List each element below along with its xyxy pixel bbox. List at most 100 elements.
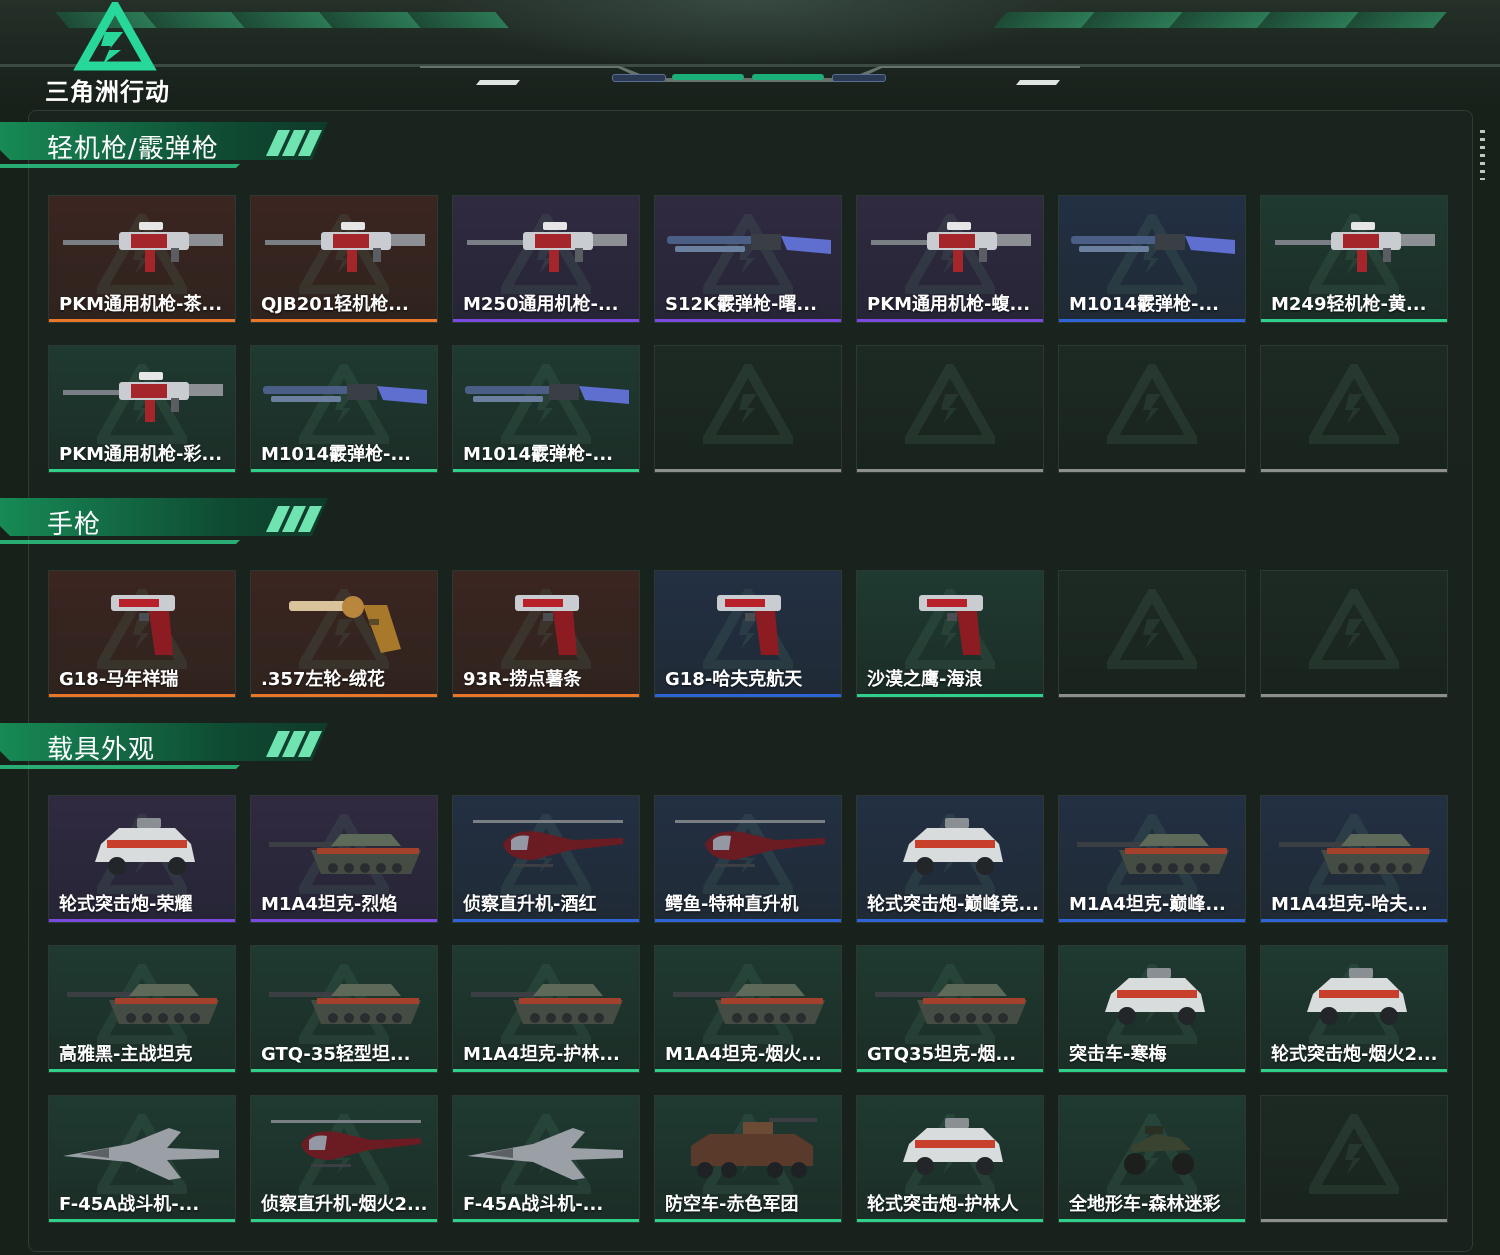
rarity-bar — [857, 694, 1043, 697]
item-name: M1A4坦克-烟火... — [665, 1044, 822, 1065]
rarity-bar — [655, 919, 841, 922]
delta-watermark — [1309, 589, 1399, 669]
item-card[interactable]: 全地形车-森林迷彩 — [1058, 1095, 1246, 1223]
page-indicator[interactable] — [832, 74, 886, 82]
item-name: F-45A战斗机-... — [59, 1194, 200, 1215]
item-card[interactable]: M1A4坦克-烈焰 — [250, 795, 438, 923]
rarity-bar — [1059, 319, 1245, 322]
item-card[interactable]: 轮式突击炮-荣耀 — [48, 795, 236, 923]
item-name: PKM通用机枪-蝮... — [867, 294, 1031, 315]
rarity-bar — [251, 694, 437, 697]
item-card[interactable]: 轮式突击炮-护林人 — [856, 1095, 1044, 1223]
header-stripe — [231, 12, 333, 28]
section-header-pistol: 手枪 — [0, 496, 330, 546]
item-card[interactable]: M1A4坦克-烟火... — [654, 945, 842, 1073]
header-stripe — [1081, 12, 1183, 28]
item-name: 轮式突击炮-护林人 — [867, 1194, 1019, 1215]
delta-watermark — [1309, 1114, 1399, 1194]
item-card[interactable]: 轮式突击炮-巅峰竞... — [856, 795, 1044, 923]
item-name: M1A4坦克-烈焰 — [261, 894, 398, 915]
item-card[interactable]: GTQ35坦克-烟... — [856, 945, 1044, 1073]
header-stripe — [1257, 12, 1359, 28]
item-card[interactable]: M1014霰弹枪-... — [1058, 195, 1246, 323]
item-card[interactable]: 防空车-赤色军团 — [654, 1095, 842, 1223]
item-card[interactable]: QJB201轻机枪... — [250, 195, 438, 323]
item-card[interactable]: M1014霰弹枪-... — [250, 345, 438, 473]
page-indicator-active[interactable] — [752, 74, 824, 80]
item-name: M249轻机枪-黄... — [1271, 294, 1427, 315]
rarity-bar — [49, 319, 235, 322]
rarity-bar — [655, 1219, 841, 1222]
item-card[interactable]: 鳄鱼-特种直升机 — [654, 795, 842, 923]
item-card[interactable]: M250通用机枪-... — [452, 195, 640, 323]
item-name: G18-马年祥瑞 — [59, 669, 179, 690]
item-name: 突击车-寒梅 — [1069, 1044, 1167, 1065]
item-name: S12K霰弹枪-曙... — [665, 294, 817, 315]
item-card[interactable]: F-45A战斗机-... — [48, 1095, 236, 1223]
header-stripe — [407, 12, 509, 28]
header-stripe — [1169, 12, 1271, 28]
rarity-bar — [1261, 319, 1447, 322]
section-header-lmg-shotgun: 轻机枪/霰弹枪 — [0, 120, 330, 170]
item-card[interactable]: M1A4坦克-护林... — [452, 945, 640, 1073]
rarity-bar — [1261, 694, 1447, 697]
empty-slot — [1260, 345, 1448, 473]
item-card[interactable]: M1A4坦克-巅峰... — [1058, 795, 1246, 923]
item-card[interactable]: G18-马年祥瑞 — [48, 570, 236, 698]
rarity-bar — [453, 469, 639, 472]
item-name: 轮式突击炮-烟火2... — [1271, 1044, 1438, 1065]
item-name: 高雅黑-主战坦克 — [59, 1044, 193, 1065]
item-name: 侦察直升机-烟火2... — [261, 1194, 428, 1215]
header-stripe — [319, 12, 421, 28]
item-card[interactable]: M249轻机枪-黄... — [1260, 195, 1448, 323]
item-card[interactable]: M1014霰弹枪-... — [452, 345, 640, 473]
rarity-bar — [1059, 694, 1245, 697]
item-name: M1A4坦克-护林... — [463, 1044, 620, 1065]
item-card[interactable]: 突击车-寒梅 — [1058, 945, 1246, 1073]
rarity-bar — [251, 919, 437, 922]
header-stripe — [993, 12, 1095, 28]
item-card[interactable]: 侦察直升机-烟火2... — [250, 1095, 438, 1223]
item-card[interactable]: M1A4坦克-哈夫... — [1260, 795, 1448, 923]
header-stripe — [1345, 12, 1447, 28]
item-card[interactable]: .357左轮-绒花 — [250, 570, 438, 698]
empty-slot — [1260, 1095, 1448, 1223]
item-card[interactable]: PKM通用机枪-彩... — [48, 345, 236, 473]
section-header-vehicle: 载具外观 — [0, 721, 330, 771]
rarity-bar — [655, 694, 841, 697]
rarity-bar — [857, 919, 1043, 922]
item-card[interactable]: PKM通用机枪-茶... — [48, 195, 236, 323]
section-title: 载具外观 — [47, 735, 156, 765]
item-card[interactable]: G18-哈夫克航天 — [654, 570, 842, 698]
item-name: 防空车-赤色军团 — [665, 1194, 799, 1215]
item-name: 93R-捞点薯条 — [463, 669, 582, 690]
rarity-bar — [1059, 1219, 1245, 1222]
rarity-bar — [1059, 919, 1245, 922]
empty-slot — [1058, 570, 1246, 698]
item-card[interactable]: F-45A战斗机-... — [452, 1095, 640, 1223]
rarity-bar — [1261, 1069, 1447, 1072]
rarity-bar — [1261, 919, 1447, 922]
rarity-bar — [49, 694, 235, 697]
header-ornament — [420, 66, 1080, 85]
item-card[interactable]: S12K霰弹枪-曙... — [654, 195, 842, 323]
page-indicator[interactable] — [612, 74, 666, 82]
item-card[interactable]: 93R-捞点薯条 — [452, 570, 640, 698]
item-card[interactable]: 沙漠之鹰-海浪 — [856, 570, 1044, 698]
item-name: 鳄鱼-特种直升机 — [665, 894, 799, 915]
item-card[interactable]: 侦察直升机-酒红 — [452, 795, 640, 923]
item-card[interactable]: GTQ-35轻型坦... — [250, 945, 438, 1073]
rarity-bar — [251, 1069, 437, 1072]
scrollbar[interactable] — [1480, 130, 1485, 180]
page-indicator-active[interactable] — [672, 74, 744, 80]
rarity-bar — [857, 319, 1043, 322]
rarity-bar — [453, 694, 639, 697]
empty-slot — [654, 345, 842, 473]
item-card[interactable]: 轮式突击炮-烟火2... — [1260, 945, 1448, 1073]
item-card[interactable]: 高雅黑-主战坦克 — [48, 945, 236, 1073]
item-name: 全地形车-森林迷彩 — [1069, 1194, 1221, 1215]
item-name: QJB201轻机枪... — [261, 294, 409, 315]
item-name: M250通用机枪-... — [463, 294, 619, 315]
item-card[interactable]: PKM通用机枪-蝮... — [856, 195, 1044, 323]
item-name: .357左轮-绒花 — [261, 669, 385, 690]
